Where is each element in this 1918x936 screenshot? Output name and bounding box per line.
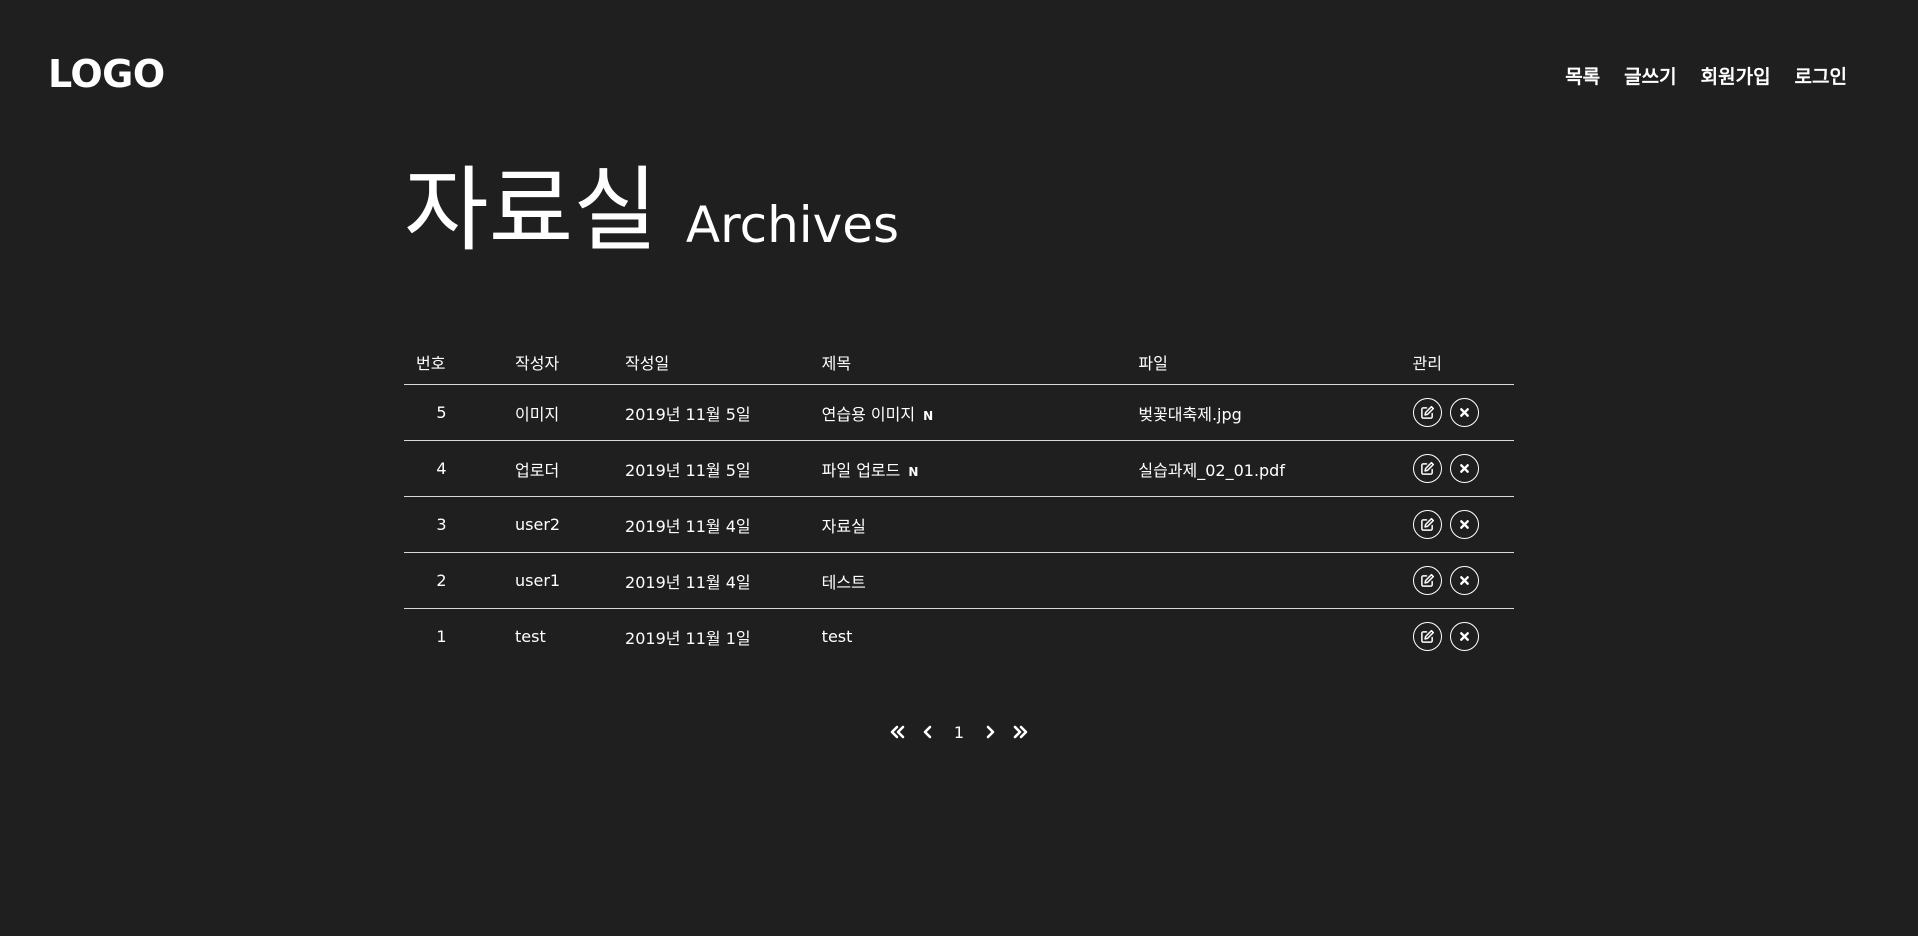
post-title-link[interactable]: 연습용 이미지 [822, 405, 915, 424]
main-nav: 목록 글쓰기 회원가입 로그인 [1565, 62, 1847, 89]
column-header-date: 작성일 [625, 340, 822, 385]
delete-button[interactable] [1449, 510, 1479, 539]
cell-writer: user2 [515, 496, 626, 553]
table-row: 3 user2 2019년 11월 4일 자료실 [404, 496, 1514, 553]
cell-writer: test [515, 627, 546, 646]
double-chevron-left-icon [890, 725, 905, 739]
column-header-file: 파일 [1138, 340, 1413, 385]
file-download-link[interactable]: 실습과제_02_01.pdf [1138, 461, 1285, 480]
cell-date: 2019년 11월 5일 [625, 384, 822, 441]
post-title-link[interactable]: test [822, 627, 853, 646]
nav-write-link[interactable]: 글쓰기 [1624, 62, 1676, 89]
close-icon [1459, 576, 1469, 585]
cell-number: 2 [404, 552, 516, 609]
edit-icon [1420, 573, 1434, 587]
row-actions [1412, 510, 1514, 539]
cell-number: 4 [404, 440, 516, 497]
edit-button[interactable] [1412, 398, 1442, 427]
cell-number: 5 [404, 384, 516, 441]
pagination: 1 [0, 720, 1918, 744]
post-title-link[interactable]: 테스트 [822, 573, 866, 592]
cell-date: 2019년 11월 1일 [625, 628, 751, 648]
cell-title: 파일 업로드 N [821, 440, 1139, 497]
edit-icon [1420, 517, 1434, 531]
edit-icon [1420, 629, 1434, 643]
cell-number: 3 [404, 496, 516, 553]
delete-button[interactable] [1449, 398, 1479, 427]
delete-button[interactable] [1449, 622, 1479, 651]
cell-file [1138, 496, 1413, 553]
table-row: 1 test 2019년 11월 1일 test [404, 609, 1514, 665]
double-chevron-right-icon [1013, 725, 1028, 739]
cell-writer: 이미지 [515, 384, 626, 441]
cell-file [1138, 552, 1413, 609]
delete-button[interactable] [1449, 566, 1479, 595]
row-actions [1412, 622, 1514, 651]
archive-table: 번호 작성자 작성일 제목 파일 관리 5 이미지 2019년 11월 5일 연습용 … [404, 340, 1514, 664]
close-icon [1459, 464, 1469, 473]
next-page-button[interactable] [975, 720, 1006, 744]
new-badge: N [923, 408, 934, 423]
post-title-link[interactable]: 자료실 [822, 517, 866, 536]
column-header-writer: 작성자 [515, 340, 626, 385]
close-icon [1459, 632, 1469, 641]
cell-title: 자료실 [821, 496, 1139, 553]
edit-icon [1420, 405, 1434, 419]
logo[interactable]: LOGO [48, 52, 165, 96]
cell-file [1138, 609, 1412, 665]
cell-file: 벚꽃대축제.jpg [1138, 384, 1413, 441]
page-title: 자료실 Archives [404, 165, 899, 257]
table-row: 4 업로더 2019년 11월 5일 파일 업로드 N 실습과제_02_01.pdf [404, 440, 1514, 497]
close-icon [1459, 520, 1469, 529]
cell-manage [1412, 384, 1514, 441]
cell-manage [1412, 496, 1514, 553]
table-row: 5 이미지 2019년 11월 5일 연습용 이미지 N 벚꽃대축제.jpg [404, 384, 1514, 441]
edit-icon [1420, 461, 1434, 475]
page-title-english: Archives [685, 196, 900, 254]
cell-number: 1 [436, 627, 447, 646]
edit-button[interactable] [1412, 510, 1442, 539]
close-icon [1459, 408, 1469, 417]
cell-writer: user1 [515, 552, 626, 609]
table-body: 5 이미지 2019년 11월 5일 연습용 이미지 N 벚꽃대축제.jpg 4 업로더 201… [404, 384, 1514, 665]
prev-page-button[interactable] [913, 720, 944, 744]
cell-title: 연습용 이미지 N [821, 384, 1139, 441]
nav-list-link[interactable]: 목록 [1565, 62, 1600, 89]
cell-writer: 업로더 [515, 440, 626, 497]
edit-button[interactable] [1412, 566, 1442, 595]
row-actions [1412, 566, 1514, 595]
row-actions [1412, 454, 1514, 483]
table-row: 2 user1 2019년 11월 4일 테스트 [404, 552, 1514, 609]
table-header-row: 번호 작성자 작성일 제목 파일 관리 [404, 340, 1514, 385]
cell-title: 테스트 [821, 552, 1139, 609]
edit-button[interactable] [1412, 454, 1442, 483]
column-header-title: 제목 [821, 340, 1139, 385]
first-page-button[interactable] [882, 720, 913, 744]
file-download-link[interactable]: 벚꽃대축제.jpg [1138, 405, 1241, 424]
column-header-number: 번호 [404, 340, 516, 385]
new-badge: N [908, 464, 919, 479]
last-page-button[interactable] [1006, 720, 1037, 744]
column-header-manage: 관리 [1412, 340, 1514, 385]
cell-date: 2019년 11월 4일 [625, 496, 822, 553]
delete-button[interactable] [1449, 454, 1479, 483]
nav-signup-link[interactable]: 회원가입 [1701, 62, 1771, 89]
cell-date: 2019년 11월 5일 [625, 440, 822, 497]
cell-manage [1412, 440, 1514, 497]
cell-title: test [822, 609, 1139, 665]
cell-manage [1412, 552, 1514, 609]
page-number-button[interactable]: 1 [944, 720, 975, 744]
cell-manage [1412, 609, 1514, 665]
chevron-left-icon [923, 725, 932, 739]
nav-login-link[interactable]: 로그인 [1795, 62, 1847, 89]
row-actions [1412, 398, 1514, 427]
page-title-korean: 자료실 [404, 157, 658, 264]
post-title-link[interactable]: 파일 업로드 [822, 461, 901, 480]
cell-date: 2019년 11월 4일 [625, 552, 822, 609]
chevron-right-icon [986, 725, 995, 739]
cell-file: 실습과제_02_01.pdf [1138, 440, 1413, 497]
edit-button[interactable] [1412, 622, 1442, 651]
